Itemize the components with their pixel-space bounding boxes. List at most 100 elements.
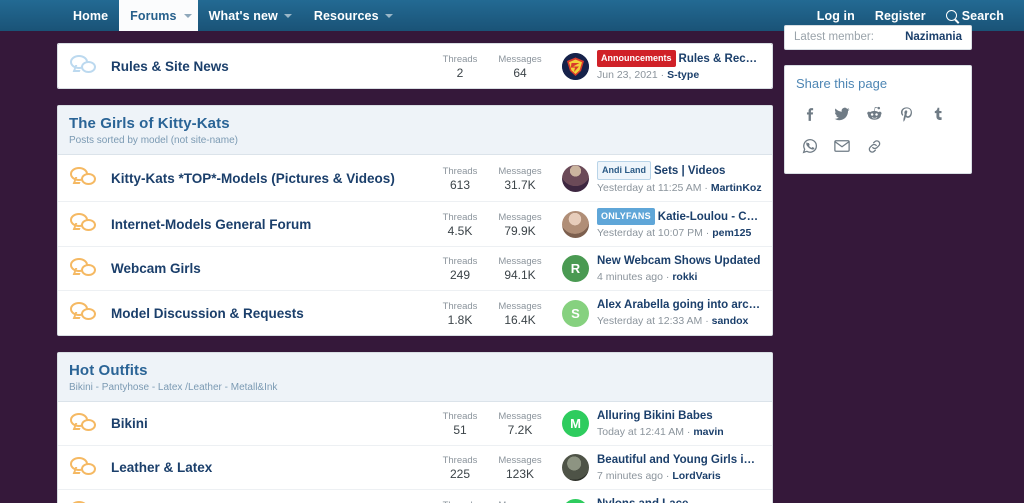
forum-node-list: Rules & Site News Threads 2 Messages 64 Annou… <box>57 43 773 503</box>
last-post-time: Yesterday at 12:33 AM <box>597 315 703 327</box>
messages-label: Messages <box>498 411 542 422</box>
nav-item-home[interactable]: Home <box>62 0 119 31</box>
last-post-time: Today at 12:41 AM <box>597 425 684 438</box>
last-post-meta-line: Today at 12:41 AM · mavin <box>597 425 762 439</box>
threads-label: Threads <box>442 256 478 267</box>
last-post: R New Webcam Shows Updated 4 minutes ago ·… <box>562 254 762 284</box>
forum-node-row[interactable]: Rules & Site News Threads 2 Messages 64 Annou… <box>58 44 772 88</box>
forum-node-title[interactable]: Rules & Site News <box>111 59 428 74</box>
pinterest-icon[interactable] <box>891 99 921 129</box>
thread-prefix-badge[interactable]: ONLYFANS <box>597 208 655 225</box>
avatar-image[interactable] <box>562 210 589 238</box>
messages-label: Messages <box>498 300 542 312</box>
avatar-image[interactable] <box>562 454 589 481</box>
avatar[interactable] <box>562 52 589 80</box>
forum-node-row[interactable]: Model Discussion & Requests Threads 1.8K Me… <box>58 291 772 335</box>
share-this-page-title: Share this page <box>796 76 888 91</box>
nav-item-forums[interactable]: Forums <box>119 0 198 31</box>
email-icon[interactable] <box>827 131 857 161</box>
nav-item-what-s-new[interactable]: What's new <box>198 0 303 31</box>
last-post-username[interactable]: sandox <box>712 315 749 327</box>
threads-stat: Threads 2 <box>432 53 488 80</box>
last-post-thread-line: Alex Arabella going into archive ... <box>597 298 762 313</box>
last-post-username[interactable]: mavin <box>693 426 723 438</box>
messages-label: Messages <box>498 455 542 466</box>
avatar-image[interactable] <box>562 164 589 192</box>
tumblr-icon[interactable] <box>923 99 953 129</box>
last-post-username[interactable]: pem125 <box>712 227 751 239</box>
threads-value: 51 <box>453 423 467 437</box>
last-post-text: Alex Arabella going into archive ... Yest… <box>597 298 762 328</box>
last-post-text: ONLYFANSKatie-Loulou - Comple...Yesterda… <box>597 208 762 240</box>
facebook-icon[interactable] <box>795 99 825 129</box>
messages-value: 79.9K <box>504 223 536 238</box>
last-post-thread-line: Andi Land Sets | Videos <box>597 161 762 180</box>
category-title[interactable]: The Girls of Kitty-Kats <box>69 115 761 132</box>
threads-stat: Threads 249 <box>432 255 488 282</box>
link-icon[interactable] <box>859 131 889 161</box>
last-post-username[interactable]: S-type <box>667 69 699 81</box>
forum-node-title[interactable]: Model Discussion & Requests <box>111 306 428 321</box>
last-post: M Nylons and Lace10 minutes ago · mavin <box>562 497 762 503</box>
latest-member-label: Latest member: <box>794 31 874 43</box>
forum-node-title[interactable]: Leather & Latex <box>111 460 428 475</box>
last-post-thread-title[interactable]: Sets | Videos <box>654 165 725 177</box>
whatsapp-icon[interactable] <box>795 131 825 161</box>
last-post-thread-title[interactable]: Alluring Bikini Babes <box>597 410 713 422</box>
meta-separator: · <box>662 469 673 482</box>
login-label: Log in <box>816 8 855 23</box>
forum-node-title[interactable]: Internet-Models General Forum <box>111 217 428 232</box>
thread-prefix-badge[interactable]: Announcements <box>597 50 676 67</box>
forum-node-row[interactable]: Webcam Girls Threads 249 Messages 94.1K R New … <box>58 247 772 291</box>
forum-node-row[interactable]: Leather & Latex Threads 225 Messages 123K Bea… <box>58 446 772 490</box>
last-post-thread-title[interactable]: Rules & Recomme... <box>679 53 762 65</box>
forum-node-title[interactable]: Webcam Girls <box>111 261 428 276</box>
twitter-icon[interactable] <box>827 99 857 129</box>
speech-bubbles-icon <box>70 212 100 236</box>
forum-node-row[interactable]: Kitty-Kats *TOP*-Models (Pictures & Vide… <box>58 155 772 202</box>
nav-item-label: What's new <box>208 8 278 23</box>
last-post-username[interactable]: rokki <box>672 271 697 283</box>
last-post-thread-title[interactable]: Beautiful and Young Girls in Rub... <box>597 454 762 466</box>
latest-member-name[interactable]: Nazimania <box>905 31 962 43</box>
last-post-thread-title[interactable]: Nylons and Lace <box>597 498 688 503</box>
messages-label: Messages <box>498 211 542 223</box>
last-post-thread-line: ONLYFANSKatie-Loulou - Comple... <box>597 208 762 225</box>
forum-category-girls-of-kitty-kats: The Girls of Kitty-Kats Posts sorted by m… <box>57 105 773 336</box>
last-post-thread-title[interactable]: Katie-Loulou - Comple... <box>658 211 762 223</box>
avatar[interactable]: M <box>562 410 589 437</box>
last-post: AnnouncementsRules & Recomme... Jun 23, 2… <box>562 50 762 82</box>
category-header: Hot Outfits Bikini - Pantyhose - Latex /L… <box>58 353 772 402</box>
search-label: Search <box>961 8 1004 23</box>
last-post-username[interactable]: LordVaris <box>672 470 720 482</box>
thread-prefix-badge[interactable]: Andi Land <box>597 161 651 180</box>
category-title[interactable]: Hot Outfits <box>69 362 761 379</box>
forum-node-title[interactable]: Bikini <box>111 416 428 431</box>
last-post-thread-title[interactable]: Alex Arabella going into archive ... <box>597 299 762 311</box>
last-post-meta-line: Jun 23, 2021 · S-type <box>597 68 762 82</box>
last-post-text: Beautiful and Young Girls in Rub... 7 min… <box>597 453 762 483</box>
nav-item-resources[interactable]: Resources <box>303 0 404 31</box>
avatar[interactable]: M <box>562 498 589 503</box>
avatar[interactable]: R <box>562 255 589 282</box>
last-post-username[interactable]: MartinKoz <box>711 182 762 194</box>
chevron-down-icon[interactable] <box>283 13 292 18</box>
reddit-icon[interactable] <box>859 99 889 129</box>
threads-stat: Threads 1.8K <box>432 300 488 327</box>
last-post-text: Andi Land Sets | Videos Yesterday at 11:25… <box>597 161 762 195</box>
threads-stat: Threads 51 <box>432 410 488 437</box>
forum-node-row[interactable]: Bikini Threads 51 Messages 7.2K M Alluring Bik… <box>58 402 772 446</box>
threads-value: 225 <box>449 467 471 481</box>
threads-label: Threads <box>442 165 478 177</box>
forum-node-title[interactable]: Kitty-Kats *TOP*-Models (Pictures & Vide… <box>111 171 428 186</box>
forum-node-row[interactable]: Internet-Models General Forum Threads 4.5K… <box>58 202 772 247</box>
avatar[interactable]: S <box>562 299 589 327</box>
speech-bubbles-icon <box>70 257 100 281</box>
chevron-down-icon[interactable] <box>384 13 393 18</box>
messages-value: 123K <box>505 467 535 481</box>
last-post-meta-line: Yesterday at 10:07 PM · pem125 <box>597 226 762 240</box>
threads-stat: Threads 4.5K <box>432 211 488 238</box>
last-post-thread-title[interactable]: New Webcam Shows Updated <box>597 255 760 267</box>
forum-node-row[interactable]: PantyhoseThreads1.9KMessages123.6KMNylon… <box>58 490 772 503</box>
chevron-down-icon[interactable] <box>183 13 192 18</box>
